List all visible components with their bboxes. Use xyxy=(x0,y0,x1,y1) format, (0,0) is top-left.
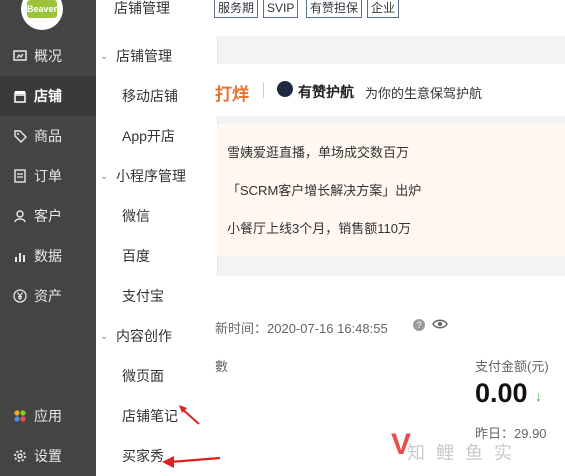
promo-link[interactable]: 雪姨爱逛直播，单场成交数百万 xyxy=(227,142,409,161)
gear-icon xyxy=(12,448,28,464)
store-icon xyxy=(12,88,28,104)
nav-label: 数据 xyxy=(34,248,62,264)
nav-item-goods[interactable]: 商品 xyxy=(0,116,96,156)
subnav-item-baidu[interactable]: 百度 xyxy=(96,236,217,276)
chevron-down-icon: ⌄ xyxy=(100,330,109,342)
order-icon xyxy=(12,168,28,184)
dashboard-icon xyxy=(12,48,28,64)
nav-label: 应用 xyxy=(34,408,62,424)
main-sidebar: Beaver 概况 店铺 商品 订单 客户 数据 资产 应用 设置 xyxy=(0,0,96,476)
order-count-label: 數 xyxy=(215,359,229,374)
arrow-down-icon: ↓ xyxy=(535,388,542,404)
logo-mark: Beaver xyxy=(27,0,57,18)
header-bar: 服务期 SVIP 有赞担保 企业 xyxy=(214,0,565,36)
subnav-item-buyer-show[interactable]: 买家秀 xyxy=(96,436,217,476)
subnav-group-content[interactable]: ⌄ 内容创作 xyxy=(96,316,217,356)
subnav-group-miniprogram[interactable]: ⌄ 小程序管理 xyxy=(96,156,217,196)
nav-label: 店铺 xyxy=(34,88,62,104)
status-badge[interactable]: 有赞担保 xyxy=(306,0,363,18)
user-icon xyxy=(12,208,28,224)
bar-chart-icon xyxy=(12,248,28,264)
nav-label: 订单 xyxy=(34,168,62,184)
apps-icon xyxy=(12,408,28,424)
update-time: 新时间：2020-07-16 16:48:55 xyxy=(215,321,388,336)
subnav-item-store-notes[interactable]: 店铺笔记 xyxy=(96,396,217,436)
nav-item-assets[interactable]: 资产 xyxy=(0,276,96,316)
subnav-title[interactable]: 店铺管理 xyxy=(96,0,217,28)
nav-label: 设置 xyxy=(34,448,62,464)
banner-left-text: 打烊 xyxy=(215,85,249,104)
nav-label: 商品 xyxy=(34,128,62,144)
shield-icon xyxy=(277,81,293,97)
group-label: 店铺管理 xyxy=(116,48,172,64)
divider xyxy=(263,82,264,98)
store-logo[interactable]: Beaver xyxy=(21,0,63,30)
chevron-down-icon: ⌄ xyxy=(100,50,109,62)
nav-label: 资产 xyxy=(34,288,62,304)
promo-link[interactable]: 「SCRM客户增长解决方案」出炉 xyxy=(227,180,421,199)
nav-label: 概况 xyxy=(34,48,62,64)
group-label: 小程序管理 xyxy=(116,168,186,184)
nav-label: 客户 xyxy=(34,208,62,224)
pay-amount-label: 支付金额(元) xyxy=(475,359,549,374)
chevron-down-icon: ⌄ xyxy=(100,170,109,182)
group-label: 内容创作 xyxy=(116,328,172,344)
nav-item-orders[interactable]: 订单 xyxy=(0,156,96,196)
status-badge[interactable]: 企业 xyxy=(367,0,400,18)
nav-item-apps[interactable]: 应用 xyxy=(0,396,96,436)
subnav-item-mobile-store[interactable]: 移动店铺 xyxy=(96,76,217,116)
subnav-item-alipay[interactable]: 支付宝 xyxy=(96,276,217,316)
subnav-item-wechat[interactable]: 微信 xyxy=(96,196,217,236)
promo-list: 雪姨爱逛直播，单场成交数百万 「SCRM客户增长解决方案」出炉 小餐厅上线3个月… xyxy=(217,124,565,256)
nav-item-store[interactable]: 店铺 xyxy=(0,76,96,116)
pay-amount-value: 0.00 xyxy=(475,378,528,408)
brand-slogan: 为你的生意保驾护航 xyxy=(365,86,483,101)
status-badge[interactable]: SVIP xyxy=(263,0,299,18)
status-badge[interactable]: 服务期 xyxy=(214,0,259,18)
brand-name: 有赞护航 xyxy=(298,84,354,100)
subnav-item-micropage[interactable]: 微页面 xyxy=(96,356,217,396)
store-subnav-panel: 店铺管理 ⌄ 店铺管理 移动店铺 App开店 ⌄ 小程序管理 微信 百度 支付宝… xyxy=(96,0,218,476)
stats-panel: 新时间：2020-07-16 16:48:55 ? 數 支付金额(元) 0.00… xyxy=(215,276,565,476)
tag-icon xyxy=(12,128,28,144)
nav-item-data[interactable]: 数据 xyxy=(0,236,96,276)
subnav-item-app-store[interactable]: App开店 xyxy=(96,116,217,156)
nav-item-customers[interactable]: 客户 xyxy=(0,196,96,236)
subnav-group-store-manage[interactable]: ⌄ 店铺管理 xyxy=(96,36,217,76)
nav-item-settings[interactable]: 设置 xyxy=(0,436,96,476)
eye-icon[interactable] xyxy=(432,317,448,334)
promo-link[interactable]: 小餐厅上线3个月，销售额110万 xyxy=(227,218,411,237)
yen-icon xyxy=(12,288,28,304)
watermark: 知 鲤 鱼 实 xyxy=(407,443,516,463)
watermark-logo-icon: V xyxy=(391,428,412,461)
help-icon[interactable]: ? xyxy=(413,319,425,331)
brand-banner: 打烊 有赞护航 为你的生意保驾护航 xyxy=(215,64,565,116)
nav-item-overview[interactable]: 概况 xyxy=(0,36,96,76)
